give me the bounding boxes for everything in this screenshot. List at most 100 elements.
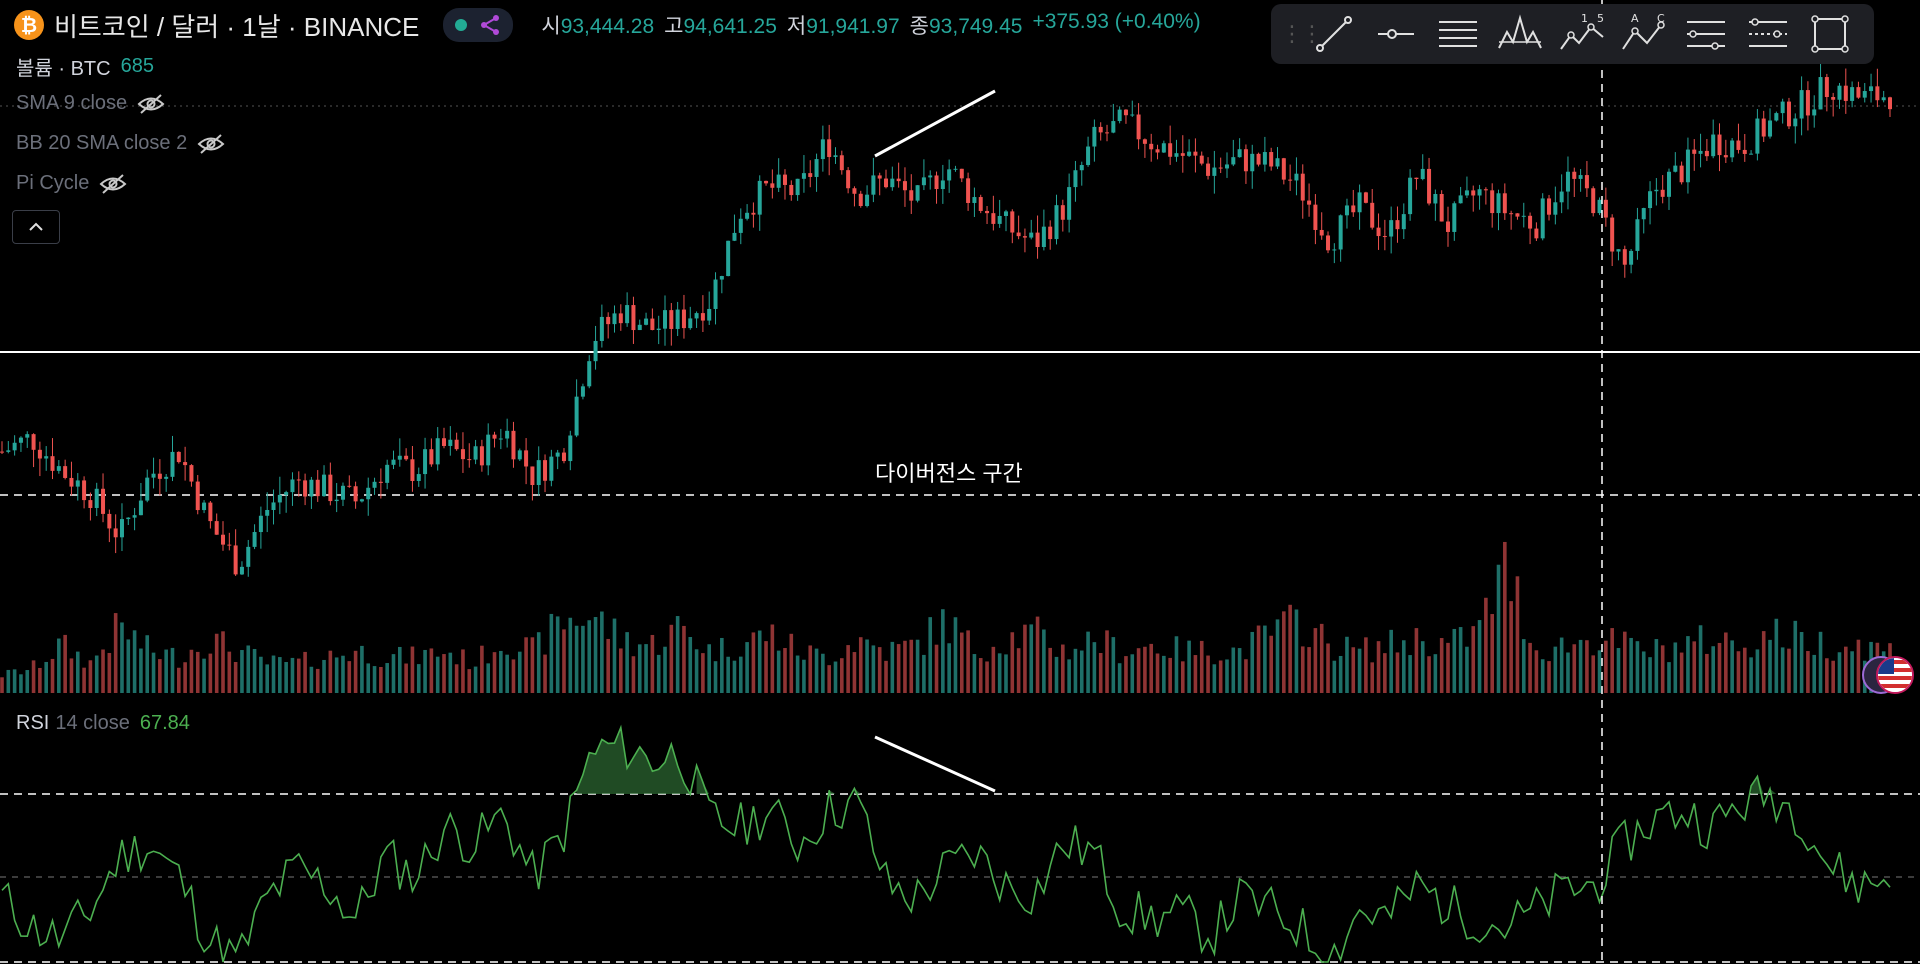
volume-bar: [549, 613, 554, 693]
hidden-eye-icon[interactable]: [197, 133, 225, 155]
candle-body: [1755, 118, 1760, 154]
volume-bar: [132, 630, 137, 693]
symbol-title[interactable]: 비트코인 / 달러 · 1날 · BINANCE: [54, 7, 419, 44]
candle-body: [688, 318, 693, 329]
us-flag-icon[interactable]: [1876, 656, 1914, 694]
fib-retracement-icon[interactable]: [1675, 4, 1737, 64]
abc-label-a: A: [1631, 13, 1639, 25]
candle-body: [1812, 109, 1817, 116]
volume-bar: [644, 644, 648, 693]
volume-bar: [1313, 628, 1318, 693]
candle-body: [1016, 232, 1021, 237]
candle-body: [1831, 97, 1836, 100]
candle-body: [915, 185, 920, 201]
candle-body: [1420, 168, 1425, 180]
volume-bar: [189, 649, 194, 693]
fib-extension-icon[interactable]: [1737, 4, 1799, 64]
candle-body: [953, 168, 958, 170]
rectangle-icon[interactable]: [1799, 4, 1861, 64]
candle-body: [1433, 194, 1438, 204]
candle-body: [934, 175, 939, 190]
market-open-dot-icon: [455, 19, 468, 31]
share-icon[interactable]: [479, 14, 501, 36]
volume-bar: [410, 646, 415, 693]
candle-body: [1515, 213, 1520, 217]
candle-body: [467, 459, 472, 461]
candle-body: [1161, 143, 1166, 153]
market-status-pill[interactable]: [443, 8, 514, 42]
divergence-annotation[interactable]: 다이버전스 구간: [875, 456, 1023, 488]
candle-body: [1723, 155, 1728, 158]
volume-bar: [1686, 636, 1690, 693]
volume-bar: [656, 654, 661, 693]
volume-bar: [505, 654, 509, 693]
candle-body: [1749, 153, 1754, 155]
volume-bar: [890, 641, 895, 693]
candle-body: [271, 502, 276, 510]
volume-bar: [1231, 647, 1236, 693]
candle-body: [1041, 226, 1046, 248]
candle-body: [757, 180, 762, 215]
volume-bar: [1023, 624, 1027, 693]
sma-legend[interactable]: SMA 9 close: [16, 92, 165, 115]
candlesticks: [0, 61, 1892, 577]
volume-bar: [1225, 659, 1229, 693]
volume-bar: [492, 652, 497, 693]
head-shoulders-icon[interactable]: [1489, 4, 1551, 64]
bb-legend[interactable]: BB 20 SMA close 2: [16, 132, 225, 155]
volume-bar: [208, 653, 213, 693]
volume-bar: [1061, 644, 1065, 693]
candle-body: [902, 181, 907, 191]
volume-bar: [574, 625, 579, 693]
candle-body: [265, 509, 270, 516]
candle-body: [827, 139, 832, 158]
candle-body: [340, 485, 345, 500]
parallel-channel-icon[interactable]: [1427, 4, 1489, 64]
candle-body: [669, 310, 674, 329]
candle-body: [1799, 90, 1804, 119]
volume-bar: [821, 653, 825, 693]
elliott-wave-icon[interactable]: 1 5: [1551, 4, 1613, 64]
abcd-pattern-icon[interactable]: A C: [1613, 4, 1675, 64]
candle-body: [31, 434, 36, 450]
volume-legend[interactable]: 볼륨 · BTC 685: [16, 52, 154, 81]
volume-bar: [833, 661, 838, 693]
candle-body: [928, 175, 933, 178]
collapse-legend-button[interactable]: [12, 210, 60, 244]
candle-body: [1136, 114, 1141, 140]
volume-bar: [126, 639, 131, 693]
volume-bar: [31, 660, 36, 693]
candle-body: [808, 173, 813, 177]
volume-bar: [530, 637, 535, 693]
high-value: 94,641.25: [683, 15, 777, 38]
pi-cycle-legend[interactable]: Pi Cycle: [16, 172, 127, 195]
rsi-legend[interactable]: RSI 14 close 67.84: [16, 712, 190, 735]
candle-body: [580, 386, 585, 397]
trend-line-icon[interactable]: [1303, 4, 1365, 64]
hidden-eye-icon[interactable]: [99, 173, 127, 195]
drag-handle-icon[interactable]: ⋮⋮: [1281, 21, 1323, 47]
volume-bar: [38, 667, 42, 693]
volume-bar: [1218, 660, 1223, 693]
volume-bar: [1566, 652, 1570, 693]
volume-bar: [701, 653, 705, 693]
candle-body: [183, 462, 188, 466]
candle-body: [1850, 87, 1855, 101]
candle-body: [44, 456, 49, 459]
volume-bar: [1597, 650, 1602, 693]
volume-bar: [909, 639, 914, 693]
candle-body: [1250, 153, 1255, 172]
hidden-eye-icon[interactable]: [137, 93, 165, 115]
candle-body: [1275, 158, 1280, 167]
candle-body: [978, 197, 983, 211]
candle-body: [1685, 149, 1690, 183]
volume-bar: [1168, 657, 1172, 693]
candle-body: [1370, 202, 1375, 228]
volume-bar: [195, 651, 200, 693]
candle-body: [637, 324, 642, 331]
candle-body: [1054, 205, 1059, 240]
candle-body: [486, 434, 491, 466]
candle-body: [1300, 173, 1305, 201]
candle-body: [852, 188, 857, 194]
horizontal-ray-icon[interactable]: [1365, 4, 1427, 64]
